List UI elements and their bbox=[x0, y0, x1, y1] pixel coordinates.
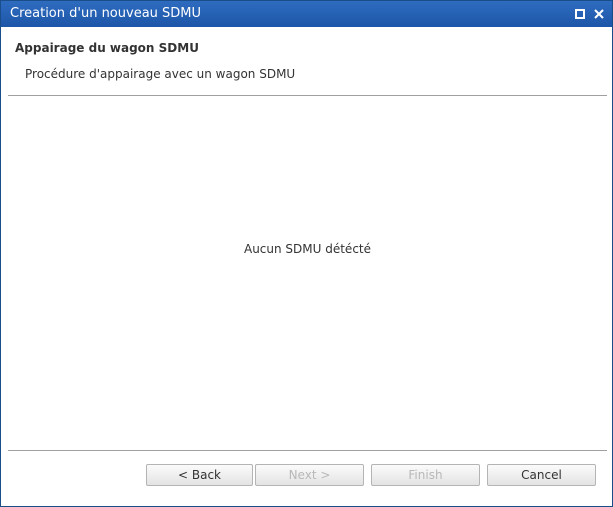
header-divider bbox=[8, 95, 607, 96]
footer-divider bbox=[8, 450, 607, 451]
new-sdmu-dialog: Creation d'un nouveau SDMU Appairage du … bbox=[0, 0, 613, 507]
cancel-button[interactable]: Cancel bbox=[487, 464, 596, 486]
back-button[interactable]: < Back bbox=[146, 464, 253, 486]
maximize-icon[interactable] bbox=[574, 8, 586, 20]
close-icon[interactable] bbox=[593, 8, 605, 20]
page-description: Procédure d'appairage avec un wagon SDMU bbox=[25, 67, 296, 81]
page-title: Appairage du wagon SDMU bbox=[15, 41, 199, 55]
title-bar[interactable]: Creation d'un nouveau SDMU bbox=[1, 1, 612, 27]
finish-button[interactable]: Finish bbox=[371, 464, 480, 486]
status-message: Aucun SDMU détécté bbox=[243, 242, 372, 256]
next-button[interactable]: Next > bbox=[255, 464, 364, 486]
wizard-content: Aucun SDMU détécté bbox=[8, 97, 607, 449]
window-title: Creation d'un nouveau SDMU bbox=[10, 6, 202, 21]
wizard-header: Appairage du wagon SDMU Procédure d'appa… bbox=[1, 28, 612, 94]
